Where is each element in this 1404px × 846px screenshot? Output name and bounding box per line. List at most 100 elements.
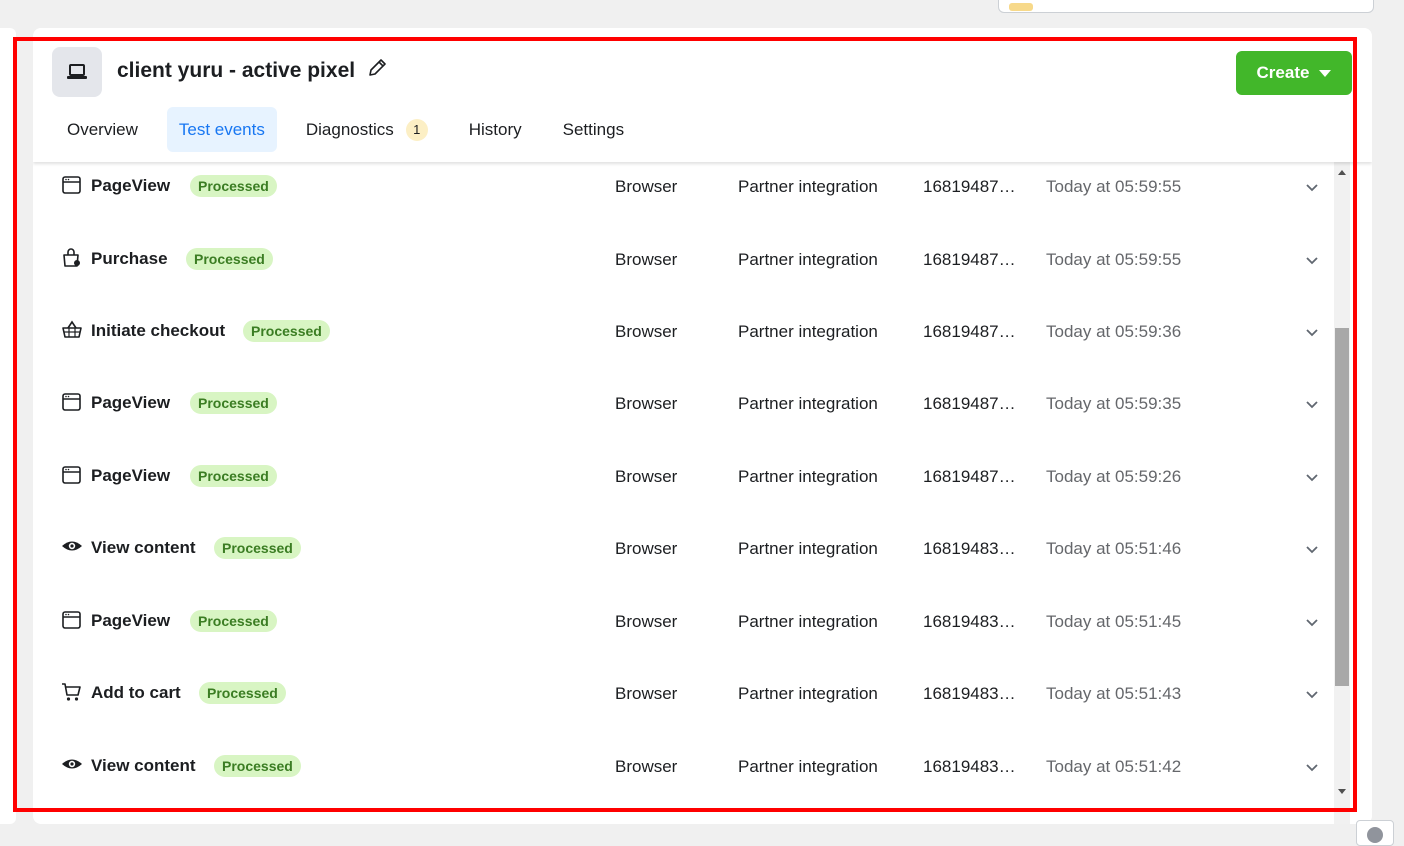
tab-test-events[interactable]: Test events xyxy=(166,107,277,152)
chevron-down-icon[interactable] xyxy=(1305,325,1319,339)
status-badge: Processed xyxy=(214,755,301,777)
event-row[interactable]: PageView Processed Browser Partner integ… xyxy=(33,392,1333,465)
event-name: PageView xyxy=(91,466,171,485)
event-id: 168194830… xyxy=(923,612,1025,631)
create-button-label: Create xyxy=(1256,63,1310,82)
event-time: Today at 05:51:45 xyxy=(1046,612,1182,631)
shopping-bag-icon xyxy=(63,248,80,267)
tab-settings[interactable]: Settings xyxy=(551,107,636,152)
status-badge: Processed xyxy=(190,610,277,632)
chevron-down-icon[interactable] xyxy=(1305,687,1319,701)
chevron-down-icon[interactable] xyxy=(1305,397,1319,411)
chevron-down-icon[interactable] xyxy=(1305,760,1319,774)
event-id: 168194830… xyxy=(923,757,1025,776)
browser-window-icon xyxy=(62,176,81,194)
scroll-down-arrow-icon[interactable] xyxy=(1334,784,1350,800)
status-badge: Processed xyxy=(190,175,277,197)
status-badge: Processed xyxy=(199,682,286,704)
event-time: Today at 05:59:55 xyxy=(1046,250,1182,269)
event-source: Browser xyxy=(615,757,678,776)
event-source: Browser xyxy=(615,467,678,486)
create-button[interactable]: Create xyxy=(1236,51,1352,95)
status-badge: Processed xyxy=(214,537,301,559)
event-row[interactable]: Initiate checkout Processed Browser Part… xyxy=(33,320,1333,393)
event-source: Browser xyxy=(615,394,678,413)
browser-window-icon xyxy=(62,466,81,484)
event-row[interactable]: View content Processed Browser Partner i… xyxy=(33,755,1333,824)
event-integration: Partner integration xyxy=(738,757,878,776)
tab-label: Test events xyxy=(178,119,265,139)
event-source: Browser xyxy=(615,539,678,558)
status-badge: Processed xyxy=(186,248,273,270)
event-row[interactable]: Purchase Processed Browser Partner integ… xyxy=(33,248,1333,321)
browser-window-icon xyxy=(62,393,81,411)
tab-label: Diagnostics xyxy=(305,119,394,139)
tab-bar: Overview Test events Diagnostics 1 Histor… xyxy=(55,107,653,152)
chevron-down-icon[interactable] xyxy=(1305,253,1319,267)
status-badge: Processed xyxy=(243,320,330,342)
event-name: PageView xyxy=(91,176,171,195)
event-time: Today at 05:59:26 xyxy=(1046,467,1182,486)
tab-label: Settings xyxy=(562,119,625,139)
event-time: Today at 05:51:42 xyxy=(1046,757,1182,776)
page-title: client yuru - active pixel xyxy=(117,59,356,82)
chevron-down-icon[interactable] xyxy=(1305,180,1319,194)
chevron-down-icon[interactable] xyxy=(1305,470,1319,484)
tab-overview[interactable]: Overview xyxy=(55,107,150,152)
event-name: PageView xyxy=(91,611,171,630)
pencil-icon[interactable] xyxy=(366,57,388,79)
event-integration: Partner integration xyxy=(738,467,878,486)
event-name: View content xyxy=(91,538,196,557)
event-integration: Partner integration xyxy=(738,322,878,341)
event-integration: Partner integration xyxy=(738,394,878,413)
event-integration: Partner integration xyxy=(738,539,878,558)
browser-window-icon xyxy=(62,611,81,629)
event-row[interactable]: PageView Processed Browser Partner integ… xyxy=(33,610,1333,683)
event-time: Today at 05:59:36 xyxy=(1046,322,1182,341)
event-source: Browser xyxy=(615,177,678,196)
event-id: 168194830… xyxy=(923,684,1025,703)
event-source: Browser xyxy=(615,322,678,341)
eye-icon xyxy=(62,541,82,551)
tab-diagnostics[interactable]: Diagnostics 1 xyxy=(294,107,440,152)
laptop-icon xyxy=(52,47,102,97)
event-name: Purchase xyxy=(91,249,168,268)
event-source: Browser xyxy=(615,612,678,631)
event-integration: Partner integration xyxy=(738,612,878,631)
event-integration: Partner integration xyxy=(738,684,878,703)
tab-label: History xyxy=(468,119,522,139)
event-row[interactable]: PageView Processed Browser Partner integ… xyxy=(33,175,1333,248)
tab-label: Overview xyxy=(67,119,138,139)
event-time: Today at 05:59:35 xyxy=(1046,394,1182,413)
chevron-down-icon[interactable] xyxy=(1305,542,1319,556)
top-search-widget[interactable] xyxy=(998,0,1374,13)
corner-help-button[interactable] xyxy=(1356,820,1394,846)
event-integration: Partner integration xyxy=(738,177,878,196)
events-list: PageView Processed Browser Partner integ… xyxy=(33,162,1333,824)
event-name: Initiate checkout xyxy=(91,321,226,340)
event-time: Today at 05:59:55 xyxy=(1046,177,1182,196)
status-badge: Processed xyxy=(190,465,277,487)
scrollbar-thumb[interactable] xyxy=(1335,328,1349,686)
left-panel-edge xyxy=(0,28,16,824)
pixel-panel: client yuru - active pixel Create Overvi… xyxy=(33,28,1372,824)
diagnostics-count-badge: 1 xyxy=(405,118,428,141)
event-row[interactable]: Add to cart Processed Browser Partner in… xyxy=(33,682,1333,755)
chevron-down-icon[interactable] xyxy=(1305,615,1319,629)
event-id: 168194830… xyxy=(923,539,1025,558)
tab-history[interactable]: History xyxy=(457,107,534,152)
event-name: View content xyxy=(91,756,196,775)
event-id: 168194879… xyxy=(923,250,1025,269)
event-row[interactable]: PageView Processed Browser Partner integ… xyxy=(33,465,1333,538)
event-name: PageView xyxy=(91,393,171,412)
event-row[interactable]: View content Processed Browser Partner i… xyxy=(33,537,1333,610)
event-time: Today at 05:51:43 xyxy=(1046,684,1182,703)
event-id: 168194877… xyxy=(923,322,1025,341)
scroll-up-arrow-icon[interactable] xyxy=(1334,164,1350,180)
event-name: Add to cart xyxy=(91,683,181,702)
event-integration: Partner integration xyxy=(738,250,878,269)
event-id: 168194879… xyxy=(923,177,1025,196)
widget-chip xyxy=(1009,3,1033,11)
caret-down-icon xyxy=(1319,69,1332,77)
panel-header: client yuru - active pixel Create Overvi… xyxy=(33,28,1372,162)
